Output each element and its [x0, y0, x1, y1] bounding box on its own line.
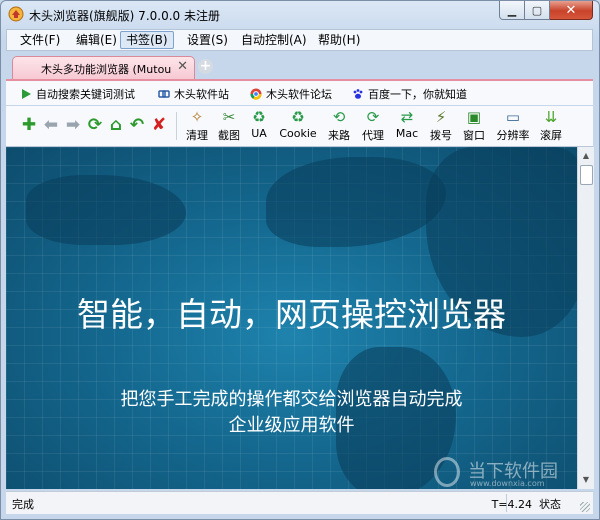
minimize-button[interactable]: ▁	[499, 1, 525, 20]
back-arrow-icon[interactable]: ⬅	[42, 116, 60, 134]
menu-auto-control[interactable]: 自动控制(A)	[236, 32, 312, 48]
menu-edit[interactable]: 编辑(E)	[71, 32, 122, 48]
menu-bookmarks[interactable]: 书签(B)	[120, 31, 174, 49]
menu-settings[interactable]: 设置(S)	[182, 32, 233, 48]
cookie-recycle-icon: ♻	[291, 108, 305, 126]
bookmark-item[interactable]: 木头软件站	[158, 86, 229, 102]
tool-resolution-button[interactable]: ▭ 分辨率	[492, 108, 534, 144]
dial-plug-icon: ⚡	[435, 108, 447, 126]
menu-help[interactable]: 帮助(H)	[313, 32, 365, 48]
tool-ua-button[interactable]: ♻ UA	[246, 108, 272, 144]
bookmark-item[interactable]: 木头软件论坛	[250, 86, 332, 102]
scroll-down-icon: ⇊	[544, 108, 558, 126]
tool-mac-button[interactable]: ⇄ Mac	[392, 108, 422, 144]
status-bar: 完成 T=4.24 状态	[6, 491, 593, 514]
tool-clean-button[interactable]: ✧ 清理	[182, 108, 212, 144]
tool-proxy-button[interactable]: ⟳ 代理	[358, 108, 388, 144]
home-icon[interactable]: ⌂	[107, 116, 125, 134]
hero-subtitle: 把您手工完成的操作都交给浏览器自动完成 企业级应用软件	[120, 389, 463, 436]
link-icon	[158, 90, 170, 98]
monitor-icon: ▭	[505, 108, 521, 126]
tab-strip: 木头多功能浏览器 (Mutou ✕ +	[6, 53, 593, 79]
hero-title: 智能，自动，网页操控浏览器	[77, 295, 506, 334]
proxy-icon: ⟳	[366, 108, 380, 126]
tool-referer-button[interactable]: ⟲ 来路	[324, 108, 354, 144]
toolbar: ✚ ⬅ ➡ ⟳ ⌂ ↶ ✘ ✧ 清理 ✂ 截图 ♻ UA ♻ Cookie ⟲ …	[6, 106, 593, 147]
recycle-icon: ♻	[252, 108, 266, 126]
status-timing: T=4.24 状态	[491, 498, 561, 511]
source-icon: ⟲	[332, 108, 346, 126]
maximize-button[interactable]: ▢	[525, 1, 550, 20]
tab-label: 木头多功能浏览器 (Mutou	[41, 63, 172, 76]
scissors-icon: ✂	[222, 108, 236, 126]
watermark-logo-icon	[434, 457, 460, 487]
web-content[interactable]: 智能，自动，网页操控浏览器 把您手工完成的操作都交给浏览器自动完成 企业级应用软…	[6, 147, 577, 489]
tool-screenshot-button[interactable]: ✂ 截图	[214, 108, 244, 144]
watermark: 当下软件园 www.downxia.com	[430, 457, 577, 489]
tool-cookie-button[interactable]: ♻ Cookie	[276, 108, 320, 144]
resize-grip-icon[interactable]	[580, 502, 590, 512]
scroll-thumb[interactable]	[580, 165, 593, 185]
app-logo-icon	[8, 6, 24, 22]
menu-bar: 文件(F) 编辑(E) 书签(B) 设置(S) 自动控制(A) 帮助(H)	[6, 29, 593, 51]
title-bar[interactable]: 木头浏览器(旗舰版) 7.0.0.0 未注册 ▁ ▢ ✕	[1, 1, 599, 29]
undo-icon[interactable]: ↶	[128, 116, 146, 134]
tool-scroll-button[interactable]: ⇊ 滚屏	[536, 108, 566, 144]
menu-file[interactable]: 文件(F)	[15, 32, 65, 48]
vertical-scrollbar[interactable]: ▲ ▼	[577, 147, 594, 489]
mac-icon: ⇄	[400, 108, 414, 126]
stop-icon[interactable]: ✘	[150, 116, 168, 134]
new-tab-button[interactable]: +	[198, 59, 213, 74]
tool-dial-button[interactable]: ⚡ 拨号	[426, 108, 456, 144]
tool-window-button[interactable]: ▣ 窗口	[459, 108, 489, 144]
toolbar-separator	[176, 112, 177, 140]
forward-arrow-icon[interactable]: ➡	[64, 116, 82, 134]
baidu-paw-icon	[353, 89, 363, 99]
chrome-icon	[250, 88, 262, 100]
tab-close-icon[interactable]: ✕	[177, 59, 188, 74]
scroll-down-arrow-icon[interactable]: ▼	[579, 472, 593, 488]
bookmark-bar: 自动搜索关键词测试 木头软件站 木头软件论坛 百度一下，你就知道	[6, 79, 593, 105]
bookmark-item[interactable]: 百度一下，你就知道	[352, 86, 467, 102]
browser-window: 木头浏览器(旗舰版) 7.0.0.0 未注册 ▁ ▢ ✕ 文件(F) 编辑(E)…	[0, 0, 600, 520]
broom-icon: ✧	[190, 108, 204, 126]
window-icon: ▣	[466, 108, 482, 126]
bookmark-item[interactable]: 自动搜索关键词测试	[20, 86, 135, 102]
tab-active[interactable]: 木头多功能浏览器 (Mutou ✕	[12, 56, 195, 79]
close-button[interactable]: ✕	[550, 1, 593, 20]
refresh-icon[interactable]: ⟳	[86, 116, 104, 134]
add-icon[interactable]: ✚	[20, 116, 38, 134]
window-title: 木头浏览器(旗舰版) 7.0.0.0 未注册	[29, 9, 220, 23]
status-text: 完成	[12, 498, 34, 511]
scroll-up-icon[interactable]: ▲	[579, 148, 593, 164]
play-icon	[22, 89, 31, 99]
window-controls: ▁ ▢ ✕	[499, 1, 593, 21]
